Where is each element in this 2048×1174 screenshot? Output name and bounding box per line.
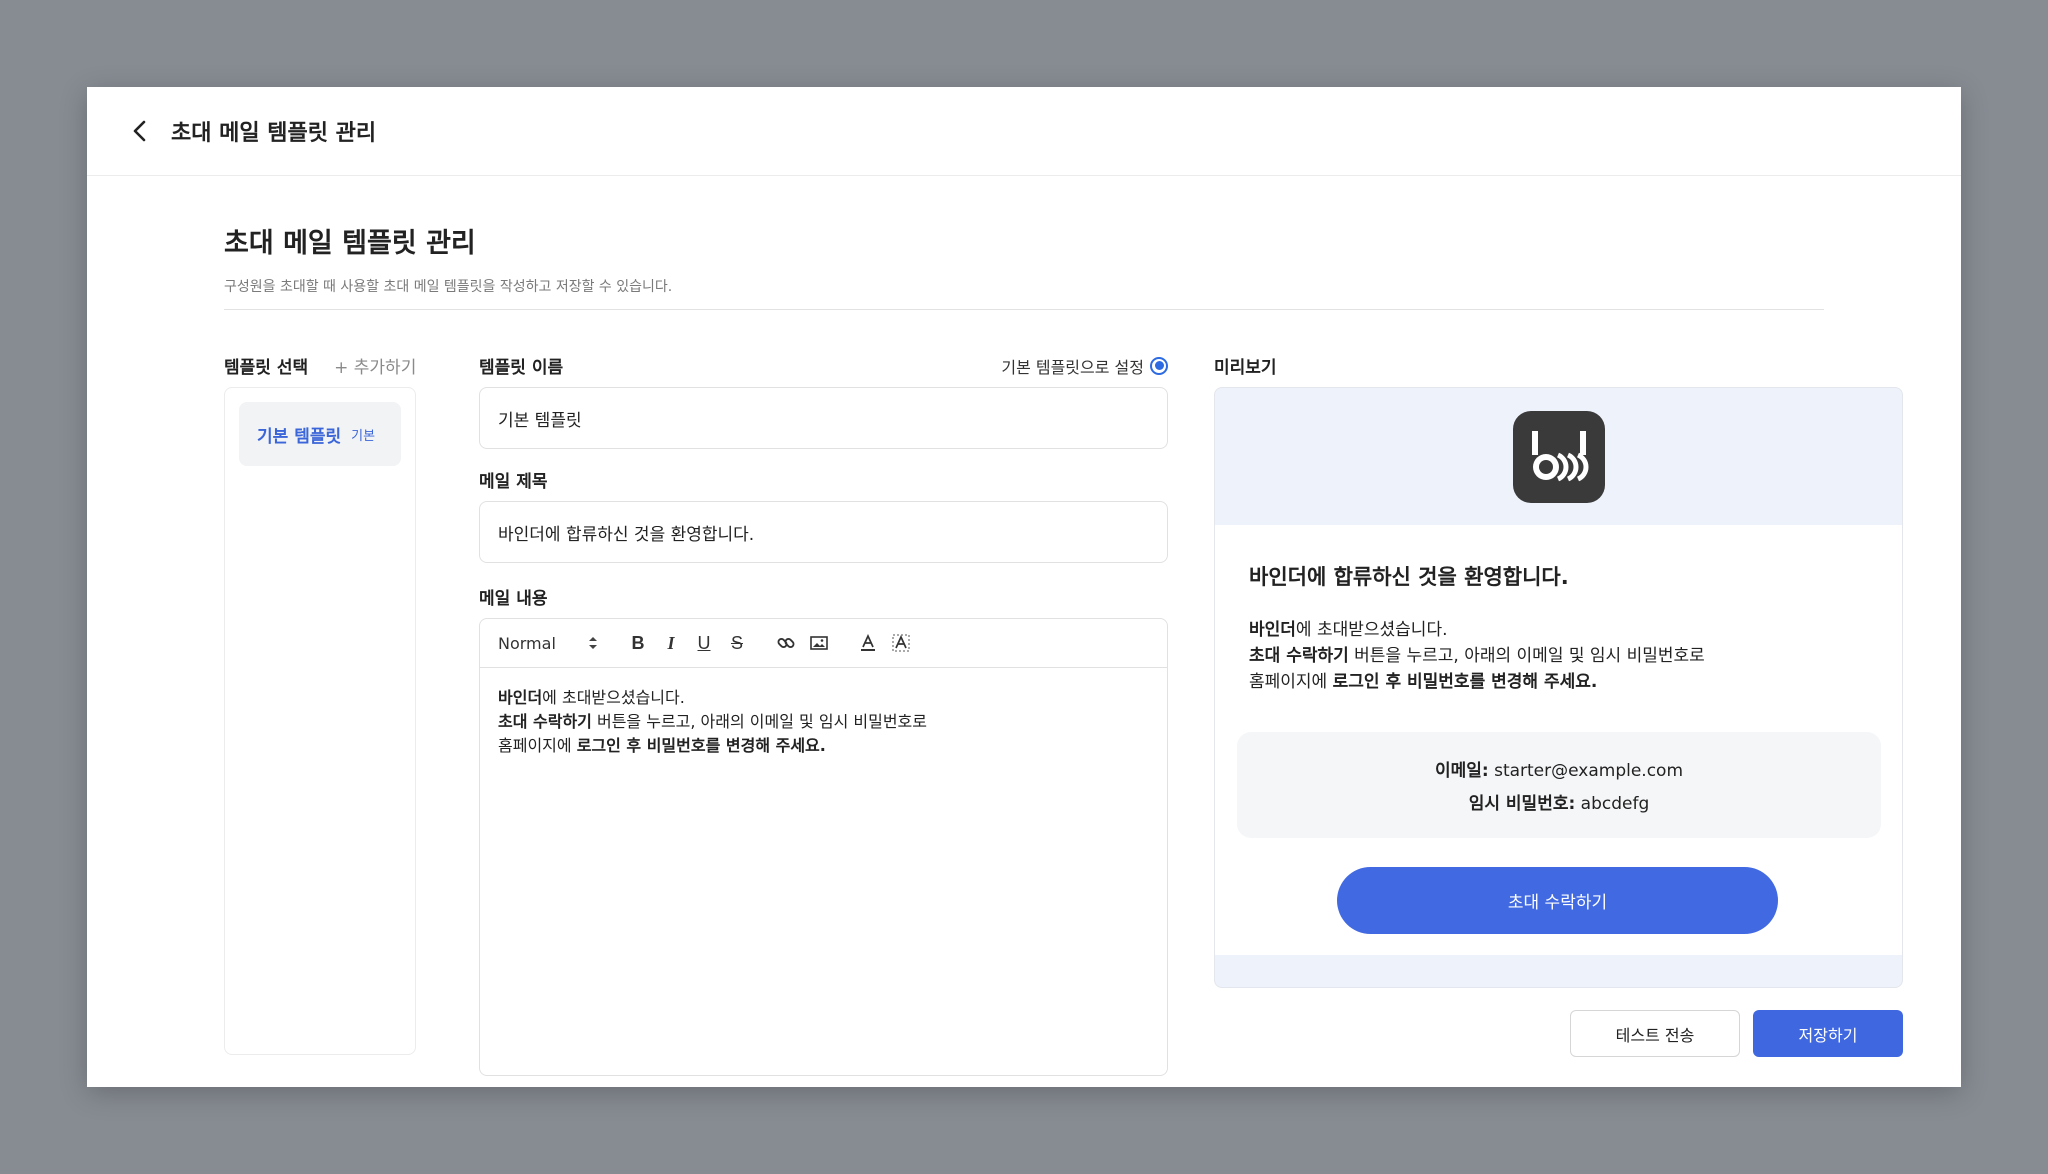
back-button[interactable] [125, 116, 155, 146]
template-name-input[interactable]: 기본 템플릿 [479, 387, 1168, 449]
page-description: 구성원을 초대할 때 사용할 초대 메일 템플릿을 작성하고 저장할 수 있습니… [224, 279, 673, 295]
binder-logo [1512, 410, 1605, 503]
save-button[interactable]: 저장하기 [1753, 1010, 1903, 1057]
divider [224, 309, 1824, 310]
app-window: 초대 메일 템플릿 관리 초대 메일 템플릿 관리 구성원을 초대할 때 사용할… [87, 87, 1961, 1087]
format-select[interactable]: Normal [498, 634, 598, 653]
text-color-button[interactable] [856, 631, 880, 655]
chevron-left-icon [133, 120, 146, 142]
template-select-label: 템플릿 선택 [224, 358, 309, 378]
page-title: 초대 메일 템플릿 관리 [224, 228, 476, 259]
default-badge: 기본 [351, 428, 376, 444]
underline-button[interactable]: U [692, 631, 716, 655]
strike-icon: S [730, 632, 743, 653]
image-icon [810, 636, 828, 650]
binder-logo-icon [1531, 430, 1588, 481]
image-button[interactable] [807, 631, 831, 655]
add-template-button[interactable]: + 추가하기 [334, 353, 416, 378]
template-item-name: 기본 템플릿 [257, 426, 342, 447]
accept-invite-button[interactable]: 초대 수락하기 [1337, 867, 1778, 934]
test-send-button[interactable]: 테스트 전송 [1570, 1010, 1740, 1057]
strike-button[interactable]: S [725, 631, 749, 655]
default-radio[interactable] [1150, 356, 1168, 375]
preview-label: 미리보기 [1214, 358, 1277, 378]
content-line-1: 바인더에 초대받으셨습니다. [498, 688, 685, 707]
format-select-value: Normal [498, 633, 556, 653]
radio-dot [1154, 361, 1164, 370]
mail-subject-label: 메일 제목 [479, 472, 548, 492]
editor-toolbar: Normal B I U S [480, 619, 1167, 668]
link-button[interactable] [774, 631, 798, 655]
preview-card: 바인더에 합류하신 것을 환영합니다. 바인더에 초대받으셨습니다. 초대 수락… [1215, 525, 1902, 955]
credentials-box: 이메일: starter@example.com 임시 비밀번호: abcdef… [1237, 732, 1881, 838]
link-icon [777, 638, 795, 648]
content-line-2: 초대 수락하기 버튼을 누르고, 아래의 이메일 및 임시 비밀번호로 [498, 712, 927, 731]
mail-content-label: 메일 내용 [479, 589, 548, 609]
email-row: 이메일: starter@example.com [1434, 761, 1684, 781]
underline-icon: U [697, 632, 711, 653]
rich-text-editor: Normal B I U S 바인더에 초대받으셨습니다. 초대 수락하기 버튼… [479, 618, 1168, 1076]
topbar-title: 초대 메일 템플릿 관리 [171, 121, 377, 146]
clear-format-button[interactable] [889, 631, 913, 655]
select-arrows-icon [589, 637, 597, 649]
template-name-label: 템플릿 이름 [479, 358, 564, 378]
page-header: 초대 메일 템플릿 관리 구성원을 초대할 때 사용할 초대 메일 템플릿을 작… [224, 221, 1824, 296]
password-row: 임시 비밀번호: abcdefg [1468, 794, 1650, 814]
bold-button[interactable]: B [626, 631, 650, 655]
preview-title: 바인더에 합류하신 것을 환영합니다. [1249, 565, 1569, 589]
template-name-header: 템플릿 이름 기본 템플릿으로 설정 [479, 353, 1168, 378]
set-default-toggle[interactable]: 기본 템플릿으로 설정 [1001, 354, 1168, 378]
mail-subject-input[interactable]: 바인더에 합류하신 것을 환영합니다. [479, 501, 1168, 563]
set-default-label: 기본 템플릿으로 설정 [1001, 357, 1144, 377]
email-preview: 바인더에 합류하신 것을 환영합니다. 바인더에 초대받으셨습니다. 초대 수락… [1214, 387, 1903, 988]
template-select-header: 템플릿 선택 + 추가하기 [224, 353, 416, 378]
template-item-default[interactable]: 기본 템플릿 기본 [239, 402, 401, 466]
italic-icon: I [667, 632, 675, 653]
bold-icon: B [631, 632, 645, 653]
content-line-3: 홈페이지에 로그인 후 비밀번호를 변경해 주세요. [498, 736, 826, 755]
text-color-icon [861, 634, 875, 651]
preview-header [1215, 388, 1902, 525]
template-list: 기본 템플릿 기본 [224, 387, 416, 1055]
italic-button[interactable]: I [659, 631, 683, 655]
editor-content[interactable]: 바인더에 초대받으셨습니다. 초대 수락하기 버튼을 누르고, 아래의 이메일 … [480, 668, 1167, 776]
clear-format-icon [892, 634, 910, 652]
top-bar: 초대 메일 템플릿 관리 [87, 87, 1961, 176]
preview-body: 바인더에 초대받으셨습니다. 초대 수락하기 버튼을 누르고, 아래의 이메일 … [1249, 620, 1705, 692]
